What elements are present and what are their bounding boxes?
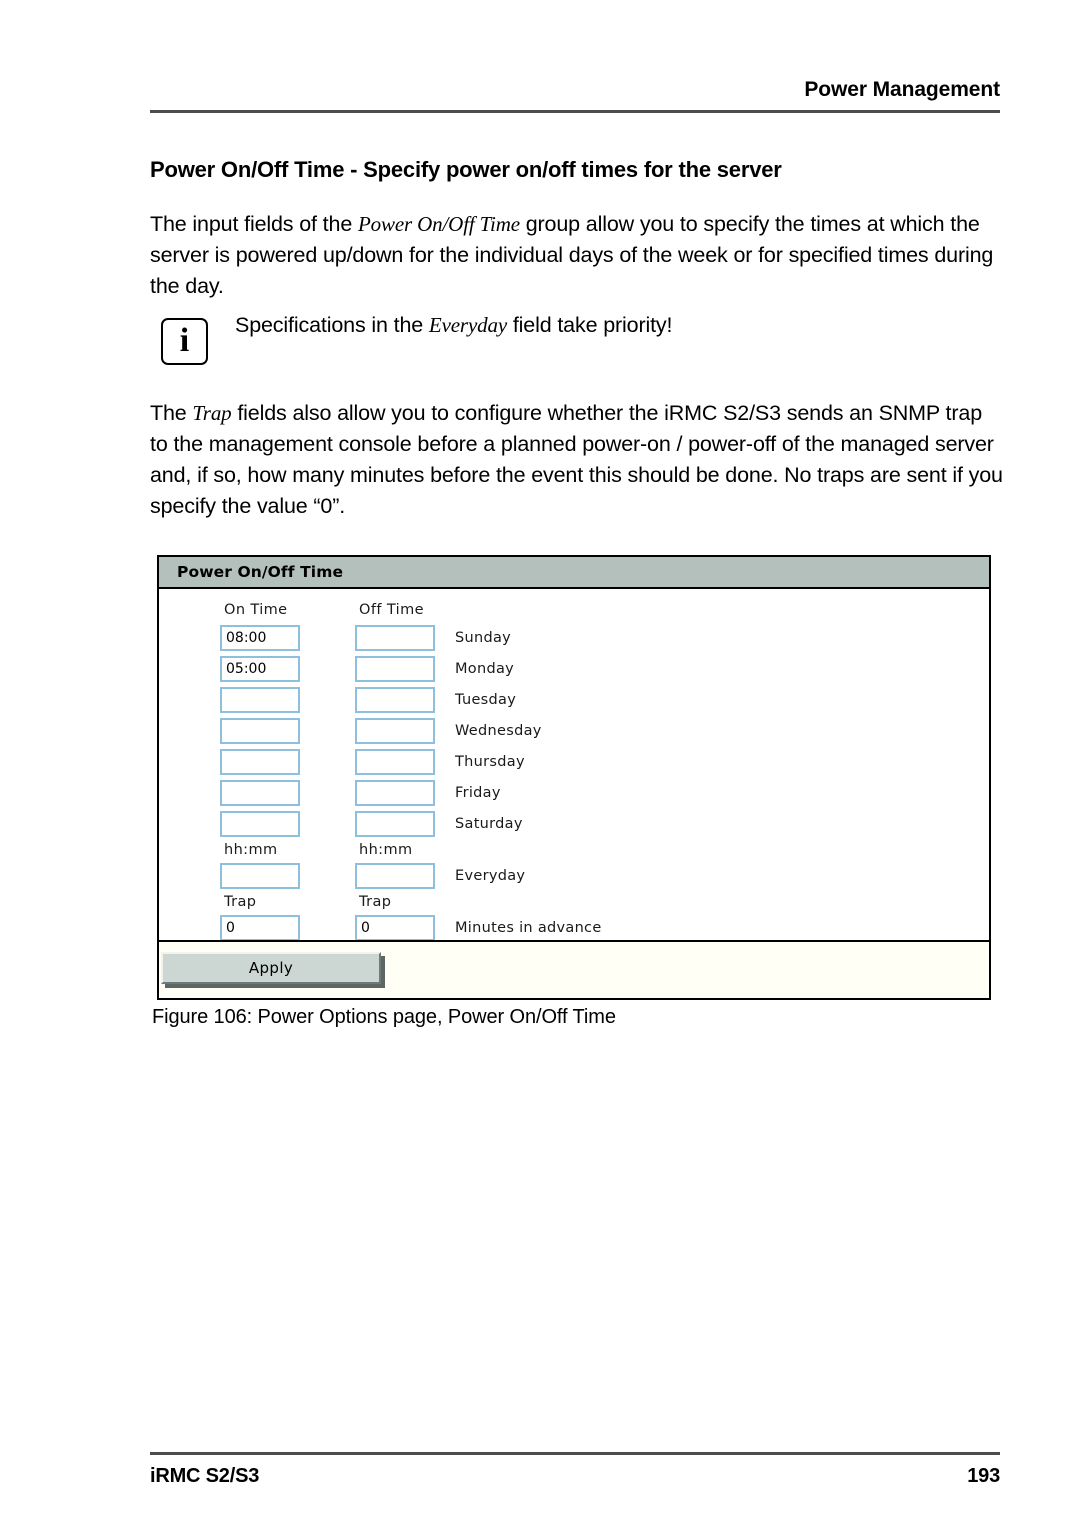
off-time-input-thursday[interactable] — [355, 749, 435, 775]
info-icon: i — [161, 318, 208, 365]
note-emphasis: Everyday — [428, 313, 507, 337]
day-label-wednesday: Wednesday — [455, 723, 542, 739]
trap-minutes-input-on[interactable] — [220, 915, 300, 941]
day-label-sunday: Sunday — [455, 630, 512, 646]
off-time-input-sunday[interactable] — [355, 625, 435, 651]
on-time-input-sunday[interactable] — [220, 625, 300, 651]
section-heading: Power On/Off Time - Specify power on/off… — [150, 157, 782, 182]
document-page: Power Management Power On/Off Time - Spe… — [0, 0, 1080, 1526]
day-label-tuesday: Tuesday — [455, 692, 517, 708]
on-time-input-thursday[interactable] — [220, 749, 300, 775]
on-time-input-everyday[interactable] — [220, 863, 300, 889]
footer-divider — [150, 1452, 1000, 1455]
off-time-input-saturday[interactable] — [355, 811, 435, 837]
intro-emphasis: Power On/Off Time — [357, 212, 520, 236]
trap-minutes-input-off[interactable] — [355, 915, 435, 941]
format-hint-off-time: hh:mm — [359, 842, 413, 858]
intro-paragraph: The input fields of the Power On/Off Tim… — [150, 209, 1005, 302]
trap-hint-off-time: Trap — [359, 894, 392, 910]
trap-paragraph: The Trap fields also allow you to config… — [150, 398, 1005, 522]
panel-footer: Apply — [159, 940, 989, 998]
column-header-off-time: Off Time — [359, 602, 424, 618]
running-header: Power Management — [804, 78, 1000, 101]
off-time-input-tuesday[interactable] — [355, 687, 435, 713]
day-label-thursday: Thursday — [455, 754, 525, 770]
info-icon-glyph: i — [179, 321, 190, 359]
column-header-on-time: On Time — [224, 602, 288, 618]
panel-title: Power On/Off Time — [159, 557, 989, 589]
label-minutes-in-advance: Minutes in advance — [455, 920, 602, 936]
figure-caption: Figure 106: Power Options page, Power On… — [152, 1006, 616, 1028]
day-label-saturday: Saturday — [455, 816, 523, 832]
off-time-input-wednesday[interactable] — [355, 718, 435, 744]
off-time-input-monday[interactable] — [355, 656, 435, 682]
trap-text-part2: fields also allow you to configure wheth… — [150, 401, 1003, 518]
note-text: Specifications in the Everyday field tak… — [235, 310, 995, 341]
day-label-friday: Friday — [455, 785, 501, 801]
panel-body: On Time Off Time Sunday Monday Tuesday W… — [159, 589, 989, 941]
trap-text-part1: The — [150, 401, 193, 425]
trap-hint-on-time: Trap — [224, 894, 257, 910]
note-text-part1: Specifications in the — [235, 313, 429, 337]
on-time-input-wednesday[interactable] — [220, 718, 300, 744]
on-time-input-friday[interactable] — [220, 780, 300, 806]
format-hint-on-time: hh:mm — [224, 842, 278, 858]
on-time-input-tuesday[interactable] — [220, 687, 300, 713]
on-time-input-saturday[interactable] — [220, 811, 300, 837]
footer-page-number: 193 — [967, 1465, 1000, 1487]
apply-button[interactable]: Apply — [161, 952, 381, 984]
power-onoff-time-panel: Power On/Off Time On Time Off Time Sunda… — [157, 555, 991, 1000]
note-text-part2: field take priority! — [507, 313, 673, 337]
day-label-monday: Monday — [455, 661, 515, 677]
trap-emphasis: Trap — [192, 401, 232, 425]
on-time-input-monday[interactable] — [220, 656, 300, 682]
header-divider — [150, 110, 1000, 113]
off-time-input-everyday[interactable] — [355, 863, 435, 889]
off-time-input-friday[interactable] — [355, 780, 435, 806]
day-label-everyday: Everyday — [455, 868, 526, 884]
intro-text-part1: The input fields of the — [150, 212, 358, 236]
